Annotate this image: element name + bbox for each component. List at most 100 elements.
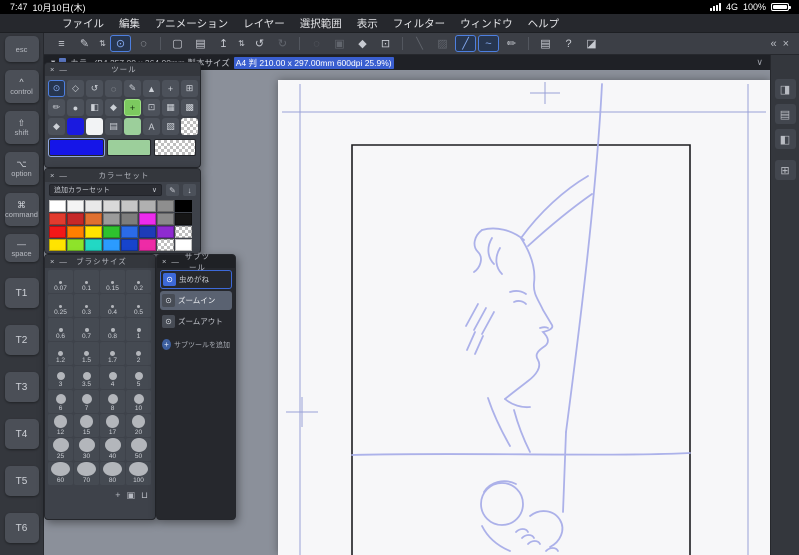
snap-curve-button[interactable]: ~ <box>478 35 499 52</box>
open-file-button[interactable]: ▤ <box>190 35 211 52</box>
brush-size-25[interactable]: 25 <box>48 438 73 461</box>
add-size-button[interactable]: + <box>115 490 120 501</box>
brush-size-100[interactable]: 100 <box>126 462 151 485</box>
rotate-reset-button[interactable]: ◌ <box>306 35 327 52</box>
color-swatch-16[interactable] <box>49 226 66 238</box>
brush-size-0.15[interactable]: 0.15 <box>100 270 125 293</box>
brush-size-1[interactable]: 1 <box>126 318 151 341</box>
color-swatch-17[interactable] <box>67 226 84 238</box>
color-swatch-22[interactable] <box>157 226 174 238</box>
brush-size-20[interactable]: 20 <box>126 414 151 437</box>
brush-size-0.7[interactable]: 0.7 <box>74 318 99 341</box>
brush-size-1.2[interactable]: 1.2 <box>48 342 73 365</box>
brush-size-30[interactable]: 30 <box>74 438 99 461</box>
command-key[interactable]: ⌘ command <box>4 193 39 226</box>
color-swatch-0[interactable] <box>49 200 66 212</box>
tool-cell-21[interactable]: A <box>143 118 160 135</box>
color-swatch-6[interactable] <box>157 200 174 212</box>
delete-size-button[interactable]: ⊔ <box>141 490 148 501</box>
color-swatch-28[interactable] <box>121 239 138 251</box>
color-swatch-7[interactable] <box>175 200 192 212</box>
brush-size-0.07[interactable]: 0.07 <box>48 270 73 293</box>
brush-size-3.5[interactable]: 3.5 <box>74 366 99 389</box>
current-tool-button[interactable]: ✎ <box>74 35 95 52</box>
brush-size-0.1[interactable]: 0.1 <box>74 270 99 293</box>
option-key[interactable]: ⌥ option <box>4 152 39 185</box>
color-swatch-14[interactable] <box>157 213 174 225</box>
color-swatch-24[interactable] <box>49 239 66 251</box>
snap-ruler-button[interactable]: ╲ <box>409 35 430 52</box>
brush-size-50[interactable]: 50 <box>126 438 151 461</box>
tool-cell-20[interactable] <box>124 118 141 135</box>
colorset-dropdown[interactable]: 追加カラーセット ∨ <box>49 184 162 196</box>
shift-key[interactable]: ⇧ shift <box>4 111 39 144</box>
tool-cell-12[interactable]: + <box>124 99 141 116</box>
main-menu-button[interactable]: ≡ <box>51 35 72 52</box>
export-file-button[interactable]: ↥ <box>213 35 234 52</box>
color-swatch-2[interactable] <box>85 200 102 212</box>
color-swatch-18[interactable] <box>85 226 102 238</box>
edit-key-t3[interactable]: T3 <box>4 372 39 402</box>
color-swatch-26[interactable] <box>85 239 102 251</box>
tool-cell-18[interactable] <box>86 118 103 135</box>
tool-cell-19[interactable]: ▤ <box>105 118 122 135</box>
brush-size-12[interactable]: 12 <box>48 414 73 437</box>
information-palette-button[interactable]: ⊞ <box>774 160 796 180</box>
color-swatch-1[interactable] <box>67 200 84 212</box>
close-icon[interactable]: × <box>50 169 54 182</box>
edit-key-t5[interactable]: T5 <box>4 466 39 496</box>
brush-size-15[interactable]: 15 <box>74 414 99 437</box>
tool-cell-7[interactable]: ⊞ <box>181 80 198 97</box>
brush-size-8[interactable]: 8 <box>100 390 125 413</box>
brush-size-0.2[interactable]: 0.2 <box>126 270 151 293</box>
menu-help[interactable]: ヘルプ <box>528 16 560 31</box>
color-swatch-4[interactable] <box>121 200 138 212</box>
color-swatch-9[interactable] <box>67 213 84 225</box>
brush-size-5[interactable]: 5 <box>126 366 151 389</box>
edit-key-t2[interactable]: T2 <box>4 325 39 355</box>
lasso-tool-button[interactable]: ◌ <box>133 35 154 52</box>
snap-special-ruler-button[interactable]: ▨ <box>432 35 453 52</box>
tool-cell-9[interactable]: ● <box>67 99 84 116</box>
timeline-button[interactable]: ▤ <box>535 35 556 52</box>
control-key[interactable]: ^ control <box>4 70 39 103</box>
screen-mode-button[interactable]: ◪ <box>581 35 602 52</box>
menu-filter[interactable]: フィルター <box>393 16 445 31</box>
tool-cell-17[interactable] <box>67 118 84 135</box>
color-swatch-20[interactable] <box>121 226 138 238</box>
tool-cell-23[interactable] <box>181 118 198 135</box>
close-icon[interactable]: × <box>162 255 166 268</box>
tool-cell-2[interactable]: ↺ <box>86 80 103 97</box>
transform-button[interactable]: ⊡ <box>375 35 396 52</box>
menu-selection[interactable]: 選択範囲 <box>300 16 342 31</box>
navigator-palette-button[interactable]: ◧ <box>774 129 796 149</box>
eraser-button[interactable]: ◆ <box>352 35 373 52</box>
brush-size-2[interactable]: 2 <box>126 342 151 365</box>
menu-animation[interactable]: アニメーション <box>155 16 228 31</box>
close-toolbar-icon[interactable]: × <box>783 38 789 50</box>
tool-cell-11[interactable]: ◆ <box>105 99 122 116</box>
color-swatch-31[interactable] <box>175 239 192 251</box>
flip-view-button[interactable]: ▣ <box>329 35 350 52</box>
brush-size-6[interactable]: 6 <box>48 390 73 413</box>
brush-size-0.5[interactable]: 0.5 <box>126 294 151 317</box>
subtool-item-0[interactable]: ⊙ 虫めがね <box>160 270 232 289</box>
minimize-icon[interactable]: — <box>59 169 67 182</box>
color-swatch-29[interactable] <box>139 239 156 251</box>
menu-layer[interactable]: レイヤー <box>243 16 285 31</box>
brush-size-4[interactable]: 4 <box>100 366 125 389</box>
color-swatch-27[interactable] <box>103 239 120 251</box>
main-color-swatch[interactable] <box>48 138 105 157</box>
quick-access-palette-button[interactable]: ◨ <box>774 79 796 99</box>
pen-settings-button[interactable]: ✏ <box>501 35 522 52</box>
tool-cell-13[interactable]: ⊡ <box>143 99 160 116</box>
export-stepper-button[interactable]: ⇅ <box>236 35 247 52</box>
menu-file[interactable]: ファイル <box>62 16 104 31</box>
brush-size-0.6[interactable]: 0.6 <box>48 318 73 341</box>
document-title-highlight[interactable]: A4 判 210.00 x 297.00mm 600dpi 25.9%) <box>233 56 394 69</box>
tool-stepper-button[interactable]: ⇅ <box>97 35 108 52</box>
color-swatch-30[interactable] <box>157 239 174 251</box>
color-swatch-19[interactable] <box>103 226 120 238</box>
brush-size-10[interactable]: 10 <box>126 390 151 413</box>
minimize-icon[interactable]: — <box>59 63 67 76</box>
